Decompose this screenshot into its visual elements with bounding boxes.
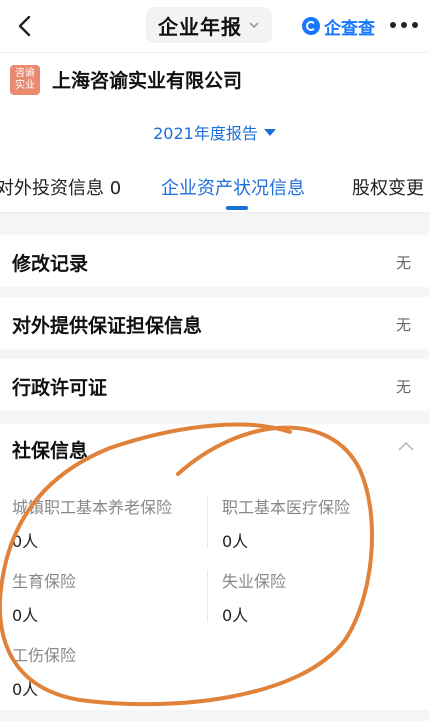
field-label: 失业保险	[222, 572, 287, 591]
field-label: 职工基本医疗保险	[222, 498, 351, 517]
field-pension-insurance: 城镇职工基本养老保险 0人	[12, 494, 172, 552]
row-value: 无	[395, 316, 411, 334]
chevron-down-icon	[249, 22, 259, 29]
top-bar: 企业年报 企查查	[0, 0, 429, 52]
row-value: 无	[395, 378, 411, 396]
tab-asset-status[interactable]: 企业资产状况信息	[161, 174, 305, 200]
field-label: 城镇职工基本养老保险	[12, 498, 173, 517]
report-year-label: 2021年度报告	[153, 124, 258, 143]
row-modification-record[interactable]: 修改记录 无	[0, 235, 429, 287]
more-icon[interactable]	[390, 22, 418, 28]
field-label: 生育保险	[12, 572, 77, 591]
field-label: 工伤保险	[12, 646, 77, 665]
brand-name: 企查查	[324, 18, 375, 39]
chevron-up-icon[interactable]	[397, 440, 415, 452]
title-selector[interactable]: 企业年报	[146, 7, 272, 43]
brand-logo[interactable]: 企查查	[302, 14, 375, 39]
section-title: 社保信息	[12, 440, 89, 462]
active-tab-indicator	[226, 206, 248, 210]
field-maternity-insurance: 生育保险 0人	[12, 568, 76, 626]
row-administrative-license[interactable]: 行政许可证 无	[0, 359, 429, 411]
social-insurance-section: 社保信息 城镇职工基本养老保险 0人 职工基本医疗保险 0人 生育保险 0人 失…	[0, 424, 429, 721]
section-gap	[0, 287, 429, 297]
field-value: 0人	[222, 532, 249, 551]
section-gap	[0, 710, 429, 721]
field-value: 0人	[12, 680, 39, 699]
section-gap	[0, 349, 429, 359]
row-guarantee-info[interactable]: 对外提供保证担保信息 无	[0, 297, 429, 349]
company-name[interactable]: 上海咨谕实业有限公司	[52, 66, 242, 93]
section-gap	[0, 213, 429, 235]
field-unemployment-insurance: 失业保险 0人	[222, 568, 286, 626]
tab-equity-change[interactable]: 股权变更	[352, 174, 424, 200]
divider	[207, 570, 208, 622]
field-value: 0人	[12, 532, 39, 551]
section-gap	[0, 411, 429, 424]
row-value: 无	[395, 254, 411, 272]
back-icon[interactable]	[12, 12, 40, 40]
tab-outbound-investment[interactable]: 对外投资信息 0	[0, 174, 121, 200]
row-label: 行政许可证	[12, 377, 108, 399]
field-value: 0人	[12, 606, 39, 625]
divider	[207, 496, 208, 548]
row-label: 修改记录	[12, 253, 89, 275]
triangle-down-icon	[263, 128, 276, 136]
page-title: 企业年报	[158, 14, 242, 39]
field-medical-insurance: 职工基本医疗保险 0人	[222, 494, 350, 552]
row-label: 对外提供保证担保信息	[12, 315, 203, 337]
report-year-selector[interactable]: 2021年度报告	[0, 110, 429, 154]
field-value: 0人	[222, 606, 249, 625]
company-logo: 咨谕 实业	[10, 65, 40, 95]
tab-bar: 对外投资信息 0 企业资产状况信息 股权变更	[0, 160, 429, 212]
company-header: 咨谕 实业 上海咨谕实业有限公司	[0, 52, 429, 108]
field-work-injury-insurance: 工伤保险 0人	[12, 642, 76, 700]
brand-icon	[302, 17, 320, 35]
